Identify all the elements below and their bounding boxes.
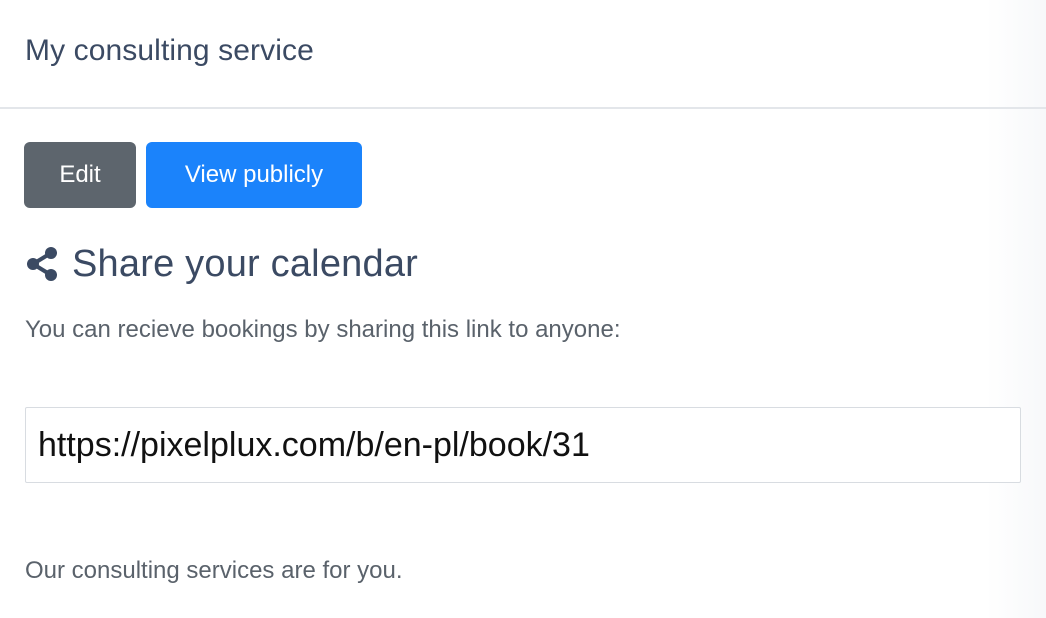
share-icon [25,246,59,282]
page-header: My consulting service [0,0,1046,109]
share-heading: Share your calendar [25,240,418,288]
edit-button[interactable]: Edit [24,142,136,208]
booking-link-field[interactable] [25,407,1021,483]
page: My consulting service Edit View publicly… [0,0,1046,618]
view-publicly-button[interactable]: View publicly [146,142,362,208]
service-description: Our consulting services are for you. [25,557,403,584]
page-title: My consulting service [25,34,314,67]
share-calendar-heading: Share your calendar [72,242,419,285]
share-description: You can recieve bookings by sharing this… [25,316,621,343]
